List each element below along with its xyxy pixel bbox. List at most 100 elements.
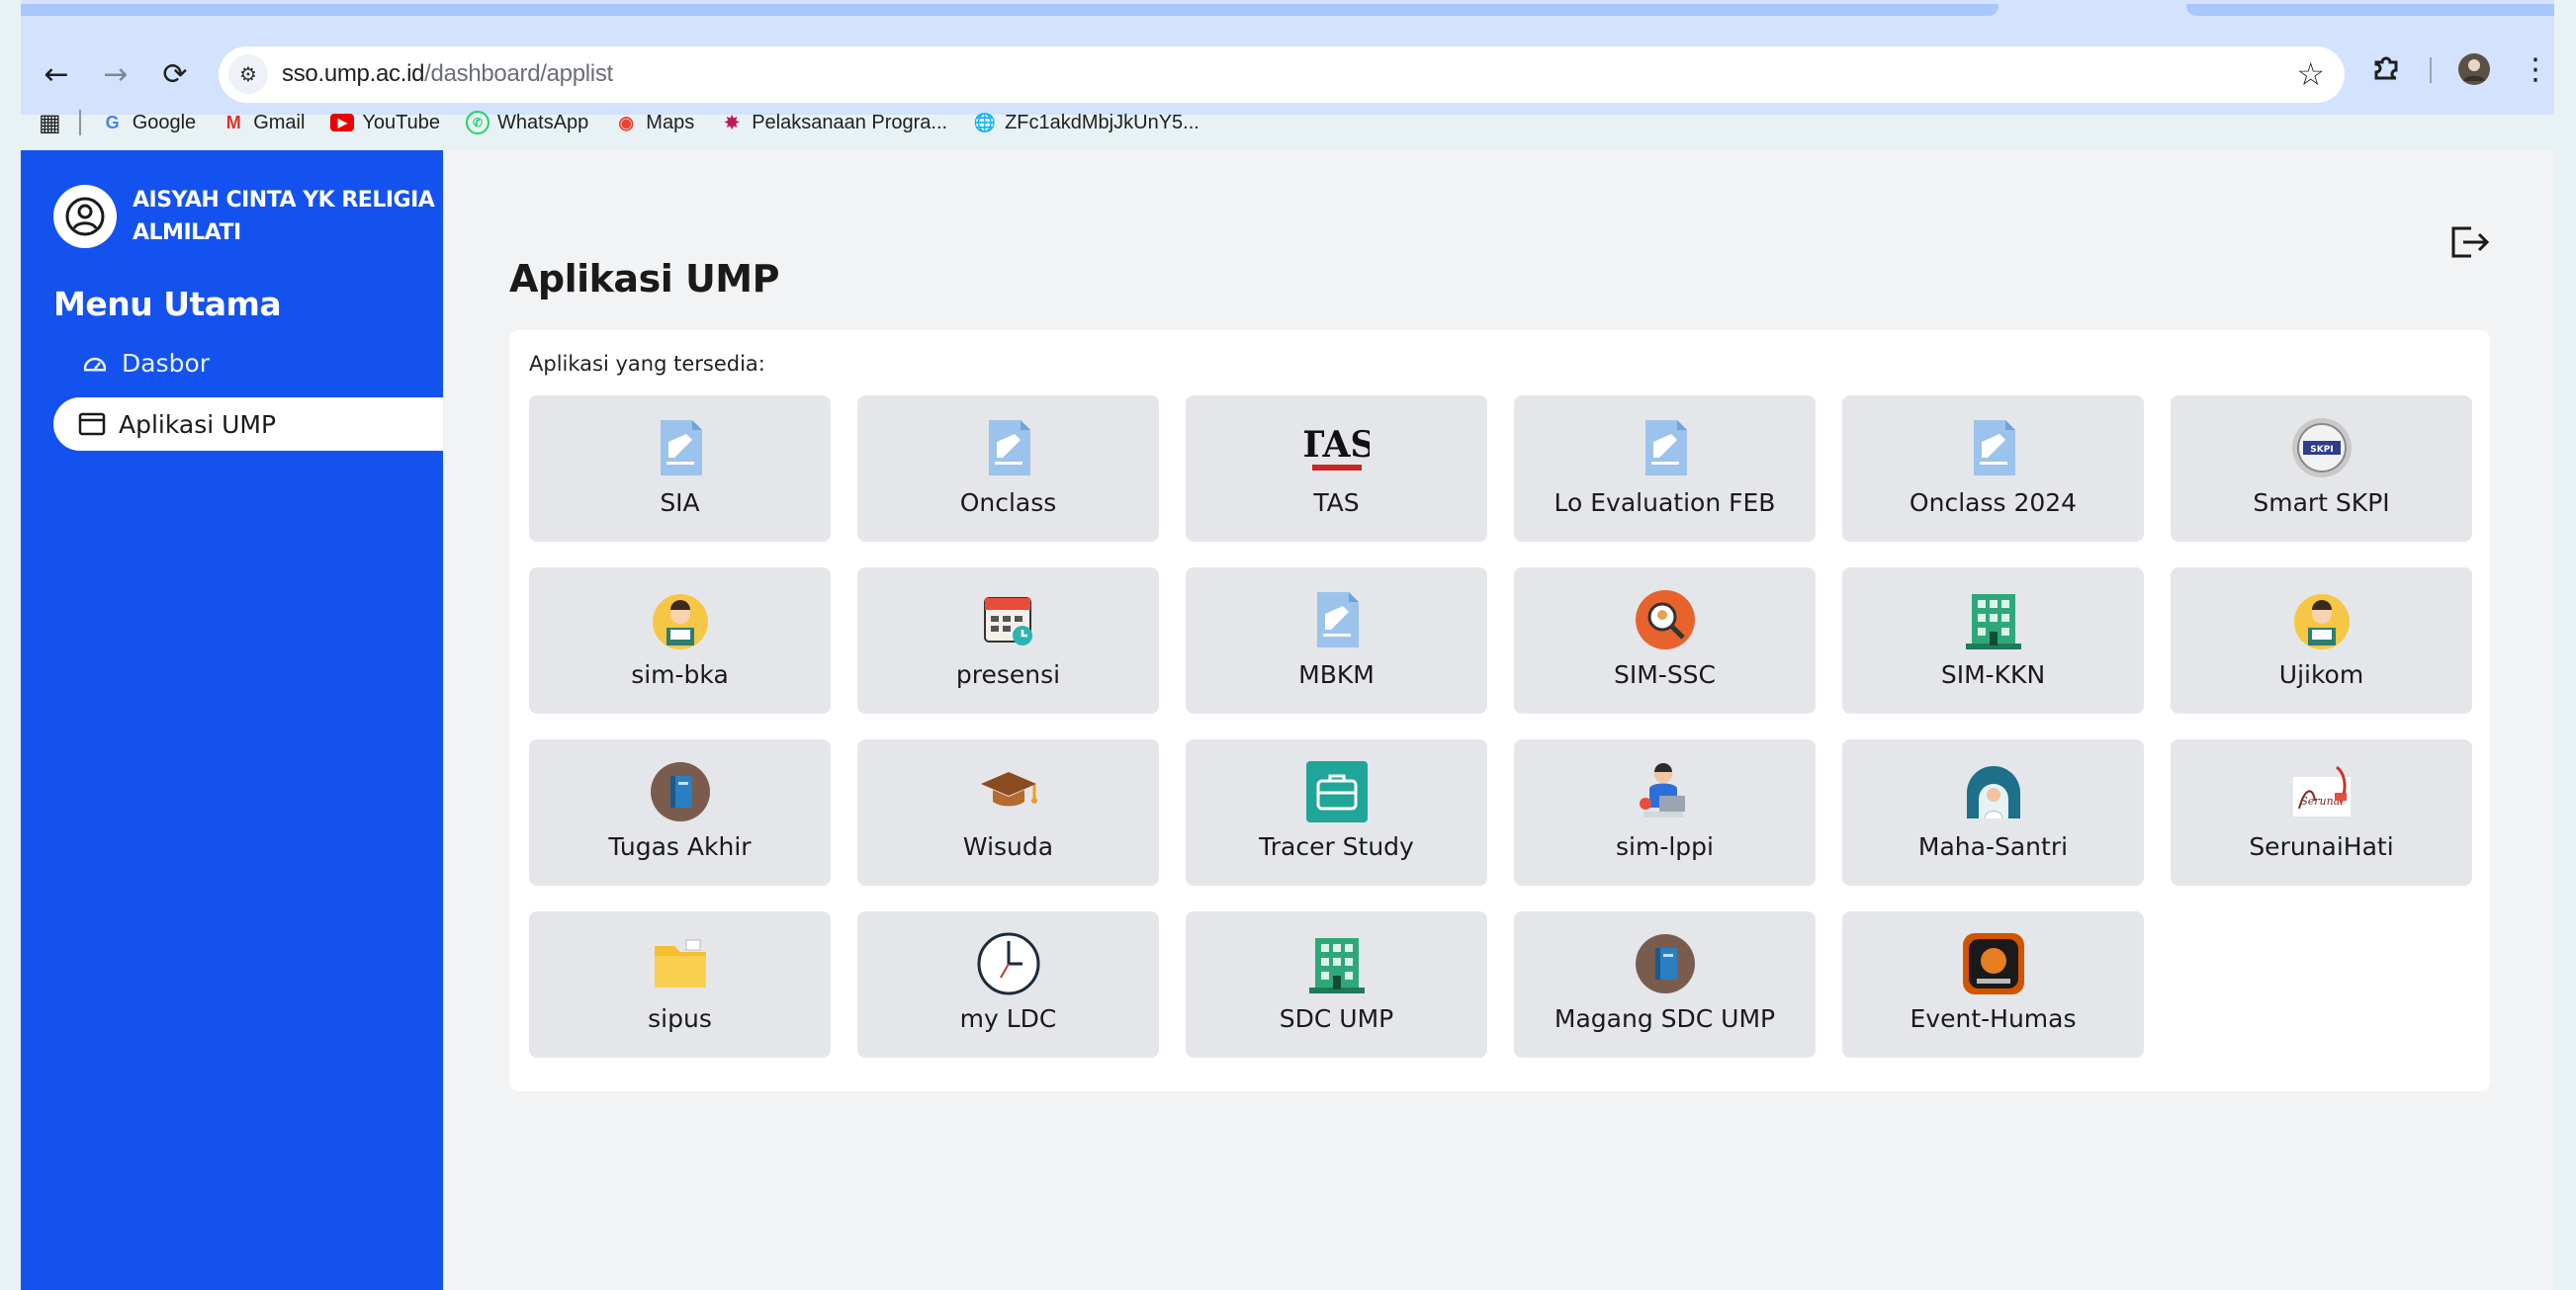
app-tile-sipus[interactable]: sipus [529,911,831,1058]
toolbar-divider [2430,57,2432,83]
app-tile-sia[interactable]: SIA [529,395,831,542]
profile-avatar[interactable] [2457,52,2491,94]
bookmark-whatsapp[interactable]: ✆ WhatsApp [466,111,588,134]
app-tile-smart-skpi[interactable]: SKPI Smart SKPI [2171,395,2472,542]
svg-text:TAS: TAS [1304,424,1370,466]
active-tab[interactable] [21,4,1999,16]
sidebar-item-dasbor[interactable]: Dasbor [53,338,468,387]
app-tile-tugas-akhir[interactable]: Tugas Akhir [529,739,831,886]
tas-logo-icon: TAS [1304,415,1370,480]
app-tile-label: SIM-SSC [1613,660,1717,689]
bookmark-star-icon[interactable]: ☆ [2296,55,2325,93]
app-tile-label: Event-Humas [1910,1004,2077,1033]
sidebar: AISYAH CINTA YK RELIGIA ALMILATI Menu Ut… [21,150,443,1290]
page-title: Aplikasi UMP [509,257,779,301]
apps-grid-icon[interactable]: ▦ [39,109,61,137]
app-tile-label: Ujikom [2278,660,2364,689]
bookmark-label: YouTube [362,111,441,133]
app-tile-sdc-ump[interactable]: SDC UMP [1186,911,1487,1058]
folder-icon [648,931,713,996]
browser-menu-icon[interactable]: ⋮ [2521,52,2550,87]
pinwheel-icon: ✸ [724,112,740,132]
globe-icon: 🌐 [973,112,997,132]
app-grid: SIA Onclass TAS TAS Lo Evaluation FEB Onclass… [529,395,2472,1058]
url-path: /dashboard/applist [424,60,613,87]
app-tile-sim-bka[interactable]: sim-bka [529,567,831,714]
address-bar[interactable]: ⚙ sso.ump.ac.id/dashboard/applist ☆ [219,46,2345,103]
app-tile-magang-sdc-ump[interactable]: Magang SDC UMP [1514,911,1816,1058]
app-tile-label: presensi [955,660,1061,689]
app-tile-label: MBKM [1298,660,1375,689]
whatsapp-icon: ✆ [466,111,490,134]
app-tile-label: Tugas Akhir [608,832,752,861]
reload-icon[interactable]: ⟳ [153,52,197,96]
serunaihati-logo-icon: Serunai [2289,759,2354,824]
url-text[interactable]: sso.ump.ac.id/dashboard/applist [282,60,613,88]
page-content: AISYAH CINTA YK RELIGIA ALMILATI Menu Ut… [21,150,2554,1290]
bookmark-pelaksanaan[interactable]: ✸ Pelaksanaan Progra... [720,111,947,134]
user-name: AISYAH CINTA YK RELIGIA ALMILATI [133,188,435,245]
bookmark-gmail[interactable]: M Gmail [222,111,306,134]
speedometer-icon [78,346,112,380]
bookmark-label: Pelaksanaan Progra... [752,111,948,133]
app-tile-onclass[interactable]: Onclass [857,395,1159,542]
app-tile-sim-kkn[interactable]: SIM-KKN [1842,567,2144,714]
app-tile-lo-evaluation-feb[interactable]: Lo Evaluation FEB [1514,395,1816,542]
document-icon [1304,587,1370,652]
logout-icon[interactable] [2445,218,2493,266]
window-icon [75,407,109,441]
sidebar-item-aplikasi-ump[interactable]: Aplikasi UMP [53,397,443,451]
app-tile-label: Smart SKPI [2253,488,2390,517]
bookmark-label: ZFc1akdMbjJkUnY5... [1005,111,1199,133]
menu-title: Menu Utama [53,285,282,323]
app-tile-my-ldc[interactable]: my LDC [857,911,1159,1058]
app-tile-maha-santri[interactable]: Maha-Santri [1842,739,2144,886]
mosque-icon [1961,759,2026,824]
app-tile-label: Magang SDC UMP [1554,1004,1776,1033]
app-list-card: Aplikasi yang tersedia: SIA Onclass TAS TAS… [509,330,2490,1091]
clock-icon [976,931,1041,996]
app-tile-tracer-study[interactable]: Tracer Study [1186,739,1487,886]
app-tile-serunaihati[interactable]: Serunai SerunaiHati [2171,739,2472,886]
bookmark-label: WhatsApp [497,111,589,133]
svg-text:SKPI: SKPI [2310,445,2333,455]
bookmark-zfc[interactable]: 🌐 ZFc1akdMbjJkUnY5... [973,111,1199,134]
skpi-badge-icon: SKPI [2289,415,2354,480]
app-tile-wisuda[interactable]: Wisuda [857,739,1159,886]
app-tile-label: Tracer Study [1259,832,1414,861]
graduation-cap-icon [976,759,1041,824]
app-tile-mbkm[interactable]: MBKM [1186,567,1487,714]
app-tile-event-humas[interactable]: Event-Humas [1842,911,2144,1058]
bookmark-maps[interactable]: ◉ Maps [614,111,694,134]
app-tile-label: sipus [648,1004,712,1033]
bookmark-youtube[interactable]: ▶ YouTube [330,112,440,134]
extensions-icon[interactable] [2370,52,2402,92]
book-icon [1633,931,1698,996]
app-tile-tas[interactable]: TAS TAS [1186,395,1487,542]
building-icon [1961,587,2026,652]
back-icon[interactable]: ← [35,52,78,96]
app-tile-onclass-2024[interactable]: Onclass 2024 [1842,395,2144,542]
app-tile-label: Onclass 2024 [1909,488,2078,517]
youtube-icon: ▶ [330,114,355,131]
person-laptop-icon [1633,759,1698,824]
maps-icon: ◉ [618,112,635,132]
app-tile-label: Lo Evaluation FEB [1554,488,1776,517]
app-tile-sim-lppi[interactable]: sim-lppi [1514,739,1816,886]
user-desk-icon [648,587,713,652]
site-settings-icon[interactable]: ⚙ [228,54,268,94]
card-label: Aplikasi yang tersedia: [529,352,765,376]
bookmarks-divider [78,110,81,135]
radio-icon [1961,931,2026,996]
forward-icon[interactable]: → [94,52,137,96]
bookmark-label: Gmail [253,111,306,133]
inactive-tab[interactable] [2186,4,2554,16]
url-host: sso.ump.ac.id [282,60,425,87]
app-tile-label: Maha-Santri [1917,832,2069,861]
app-tile-ujikom[interactable]: Ujikom [2171,567,2472,714]
google-icon: G [105,112,120,132]
app-tile-label: SerunaiHati [2249,832,2394,861]
app-tile-sim-ssc[interactable]: SIM-SSC [1514,567,1816,714]
bookmark-google[interactable]: G Google [101,111,197,134]
app-tile-presensi[interactable]: presensi [857,567,1159,714]
